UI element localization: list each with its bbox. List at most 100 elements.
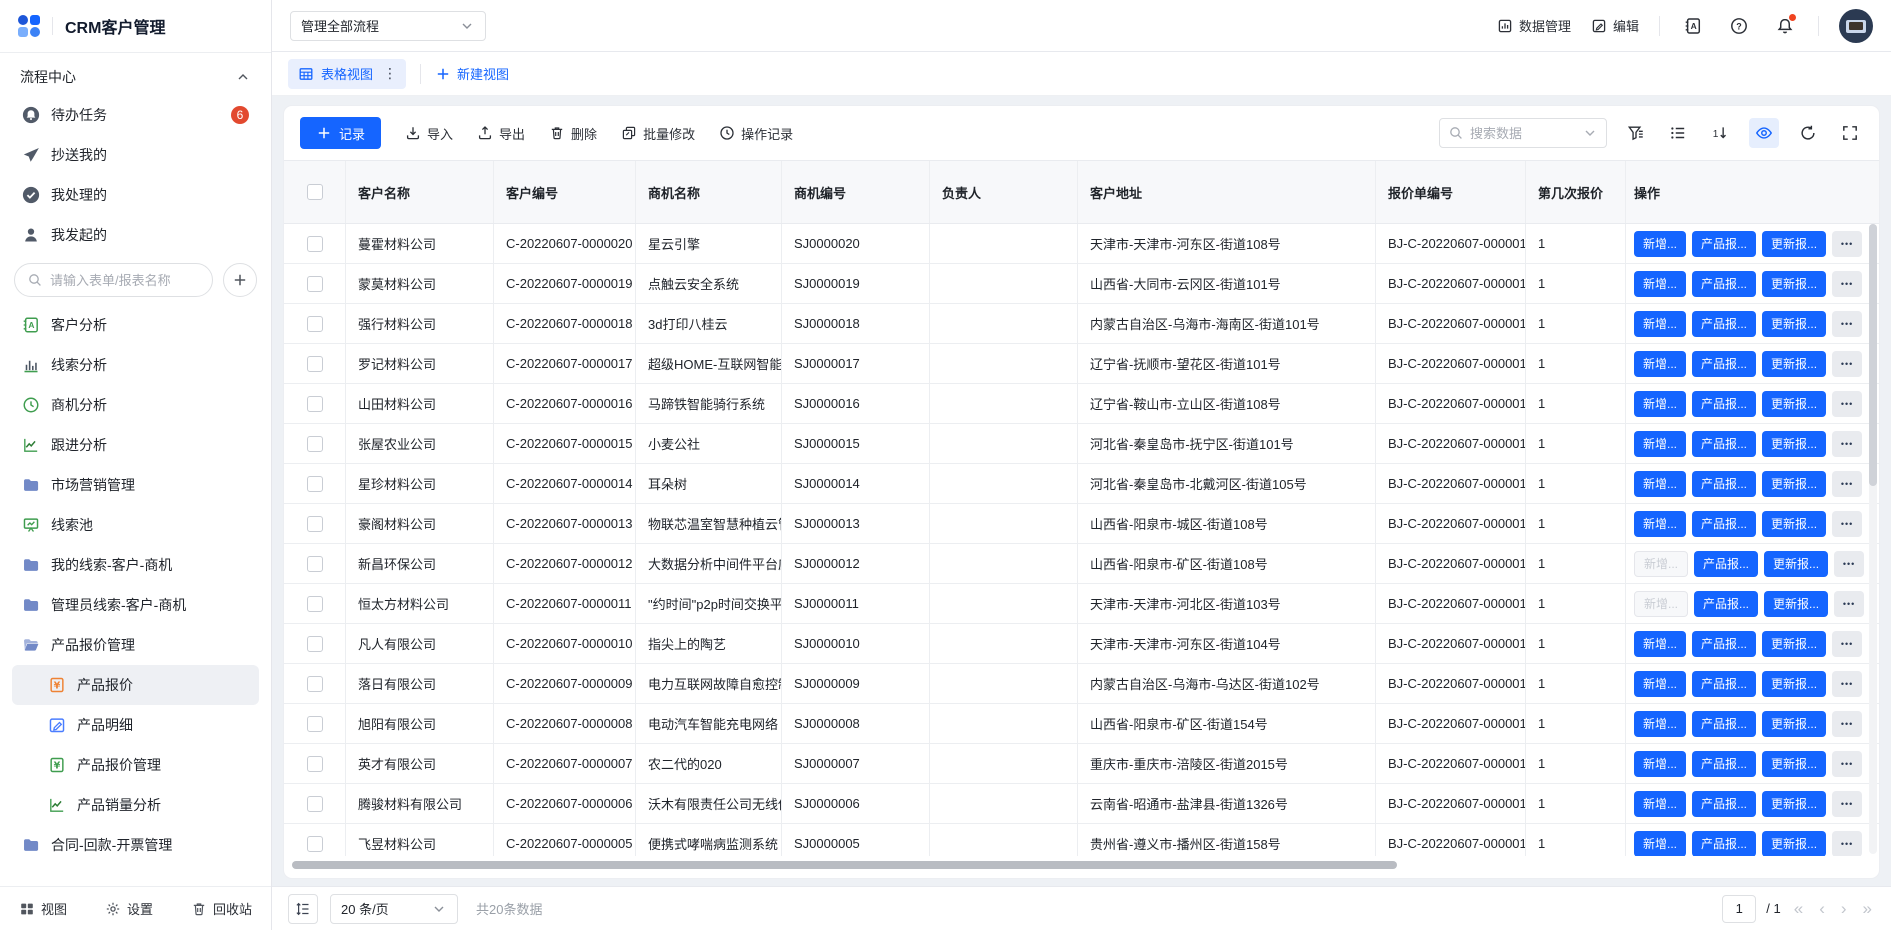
chevron-up-icon[interactable] [235, 69, 251, 85]
sort-button[interactable] [1707, 120, 1733, 146]
sidebar-item-产品报价[interactable]: 产品报价 [12, 665, 259, 705]
row-checkbox[interactable] [307, 476, 323, 492]
update-quote-button[interactable]: 更新报... [1762, 711, 1826, 737]
add-quote-button[interactable]: 新增... [1634, 711, 1686, 737]
product-quote-button[interactable]: 产品报... [1692, 831, 1756, 857]
column-header-opportunity-no[interactable]: 商机编号 [782, 161, 930, 223]
product-quote-button[interactable]: 产品报... [1692, 511, 1756, 537]
sidebar-footer-views[interactable]: 视图 [19, 899, 67, 918]
more-actions-button[interactable]: ••• [1834, 591, 1864, 617]
sidebar-item-跟进分析[interactable]: 跟进分析 [12, 425, 259, 465]
product-quote-button[interactable]: 产品报... [1692, 671, 1756, 697]
sidebar-item-管理员线索-客户-商机[interactable]: 管理员线索-客户-商机 [12, 585, 259, 625]
product-quote-button[interactable]: 产品报... [1694, 591, 1758, 617]
column-header-owner[interactable]: 负责人 [930, 161, 1078, 223]
form-search-input[interactable] [50, 273, 200, 288]
product-quote-button[interactable]: 产品报... [1692, 791, 1756, 817]
export-button[interactable]: 导出 [477, 124, 525, 143]
update-quote-button[interactable]: 更新报... [1762, 831, 1826, 857]
sidebar-item-待办任务[interactable]: 待办任务 6 [12, 95, 259, 135]
product-quote-button[interactable]: 产品报... [1692, 631, 1756, 657]
contacts-button[interactable] [1680, 13, 1706, 39]
sidebar-search-box[interactable] [14, 263, 213, 297]
sidebar-item-商机分析[interactable]: 商机分析 [12, 385, 259, 425]
add-quote-button[interactable]: 新增... [1634, 351, 1686, 377]
more-actions-button[interactable]: ••• [1832, 311, 1862, 337]
update-quote-button[interactable]: 更新报... [1762, 471, 1826, 497]
more-actions-button[interactable]: ••• [1832, 831, 1862, 857]
sidebar-item-合同-回款-开票管理[interactable]: 合同-回款-开票管理 [12, 825, 259, 865]
row-checkbox[interactable] [307, 836, 323, 852]
more-actions-button[interactable]: ••• [1832, 271, 1862, 297]
sidebar-item-线索分析[interactable]: 线索分析 [12, 345, 259, 385]
fullscreen-button[interactable] [1837, 120, 1863, 146]
horizontal-scrollbar-thumb[interactable] [292, 861, 1397, 869]
user-avatar[interactable] [1839, 9, 1873, 43]
table-search-input[interactable] [1470, 126, 1576, 141]
product-quote-button[interactable]: 产品报... [1692, 271, 1756, 297]
sidebar-item-产品报价管理[interactable]: 产品报价管理 [12, 625, 259, 665]
row-checkbox[interactable] [307, 756, 323, 772]
update-quote-button[interactable]: 更新报... [1762, 231, 1826, 257]
more-actions-button[interactable]: ••• [1832, 351, 1862, 377]
delete-button[interactable]: 删除 [549, 124, 597, 143]
product-quote-button[interactable]: 产品报... [1692, 471, 1756, 497]
next-page-button[interactable]: › [1838, 900, 1850, 917]
import-button[interactable]: 导入 [405, 124, 453, 143]
row-checkbox[interactable] [307, 316, 323, 332]
column-header-quote-no[interactable]: 报价单编号 [1376, 161, 1526, 223]
more-actions-button[interactable]: ••• [1832, 511, 1862, 537]
product-quote-button[interactable]: 产品报... [1692, 391, 1756, 417]
new-view-button[interactable]: 新建视图 [435, 64, 509, 83]
filter-button[interactable] [1623, 120, 1649, 146]
more-actions-button[interactable]: ••• [1832, 471, 1862, 497]
update-quote-button[interactable]: 更新报... [1762, 271, 1826, 297]
row-checkbox[interactable] [307, 596, 323, 612]
sidebar-item-客户分析[interactable]: 客户分析 [12, 305, 259, 345]
table-search-box[interactable] [1439, 118, 1607, 148]
more-actions-button[interactable]: ••• [1832, 791, 1862, 817]
visibility-button[interactable] [1749, 118, 1779, 148]
sidebar-item-我发起的[interactable]: 我发起的 [12, 215, 259, 255]
tab-table-view[interactable]: 表格视图 ⋮ [288, 59, 406, 89]
page-size-select[interactable]: 20 条/页 [330, 894, 458, 924]
add-quote-button[interactable]: 新增... [1634, 831, 1686, 857]
batch-edit-button[interactable]: 批量修改 [621, 124, 695, 143]
product-quote-button[interactable]: 产品报... [1692, 751, 1756, 777]
add-quote-button[interactable]: 新增... [1634, 791, 1686, 817]
notifications-button[interactable] [1772, 13, 1798, 39]
add-record-button[interactable]: 记录 [300, 117, 381, 149]
column-header-customer[interactable]: 客户名称 [346, 161, 494, 223]
sidebar-item-线索池[interactable]: 线索池 [12, 505, 259, 545]
more-actions-button[interactable]: ••• [1832, 231, 1862, 257]
edit-button[interactable]: 编辑 [1591, 16, 1639, 35]
sidebar-item-抄送我的[interactable]: 抄送我的 [12, 135, 259, 175]
sidebar-footer-recycle[interactable]: 回收站 [191, 899, 252, 918]
update-quote-button[interactable]: 更新报... [1764, 591, 1828, 617]
more-actions-button[interactable]: ••• [1832, 711, 1862, 737]
add-quote-button[interactable]: 新增... [1634, 511, 1686, 537]
update-quote-button[interactable]: 更新报... [1762, 791, 1826, 817]
operation-log-button[interactable]: 操作记录 [719, 124, 793, 143]
sidebar-footer-settings[interactable]: 设置 [105, 899, 153, 918]
row-checkbox[interactable] [307, 356, 323, 372]
product-quote-button[interactable]: 产品报... [1692, 311, 1756, 337]
more-actions-button[interactable]: ••• [1832, 751, 1862, 777]
data-manage-button[interactable]: 数据管理 [1497, 16, 1571, 35]
add-form-button[interactable] [223, 263, 257, 297]
update-quote-button[interactable]: 更新报... [1762, 631, 1826, 657]
add-quote-button[interactable]: 新增... [1634, 231, 1686, 257]
view-options-dots-icon[interactable]: ⋮ [380, 65, 400, 82]
add-quote-button[interactable]: 新增... [1634, 391, 1686, 417]
sidebar-item-市场营销管理[interactable]: 市场营销管理 [12, 465, 259, 505]
workflow-select[interactable]: 管理全部流程 [290, 11, 486, 41]
update-quote-button[interactable]: 更新报... [1762, 751, 1826, 777]
add-quote-button[interactable]: 新增... [1634, 471, 1686, 497]
sidebar-item-产品报价管理[interactable]: 产品报价管理 [12, 745, 259, 785]
row-checkbox[interactable] [307, 556, 323, 572]
more-actions-button[interactable]: ••• [1832, 391, 1862, 417]
row-checkbox[interactable] [307, 436, 323, 452]
column-header-customer-no[interactable]: 客户编号 [494, 161, 636, 223]
help-button[interactable] [1726, 13, 1752, 39]
product-quote-button[interactable]: 产品报... [1692, 431, 1756, 457]
